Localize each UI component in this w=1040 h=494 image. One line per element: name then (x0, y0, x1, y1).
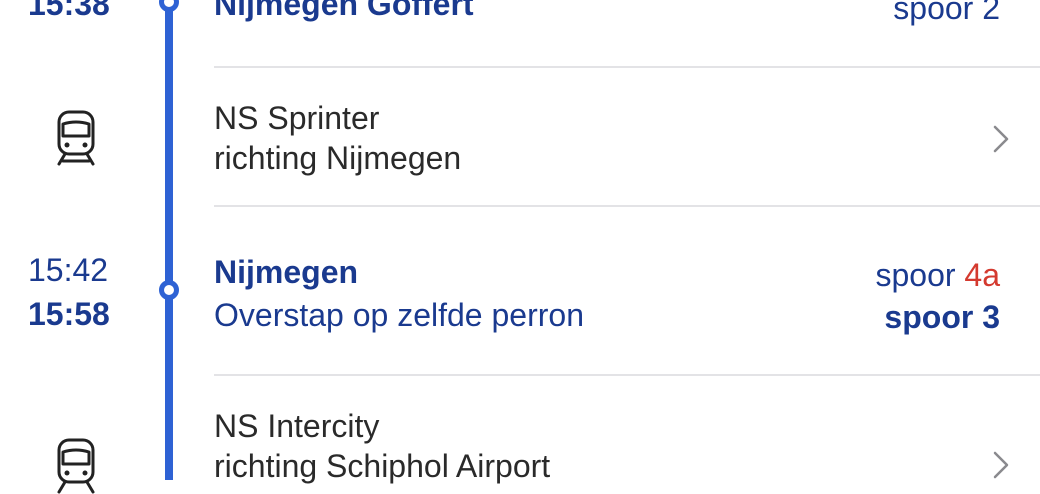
train-icon (57, 438, 95, 494)
divider (214, 66, 1040, 68)
departure-track: spoor 3 (884, 299, 1000, 335)
train-direction: richting Nijmegen (214, 140, 462, 176)
track-label: spoor (875, 257, 956, 293)
arrival-time: 15:42 (28, 252, 109, 288)
station-name: Nijmegen (214, 254, 359, 290)
chevron-right-icon[interactable] (992, 450, 1010, 480)
train-icon (57, 110, 95, 166)
chevron-right-icon[interactable] (992, 124, 1010, 154)
stop-dot-icon (159, 0, 179, 12)
arrival-track: spoor 4a (875, 257, 1000, 294)
train-type: NS Sprinter (214, 100, 380, 136)
departure-time: 15:58 (28, 296, 110, 332)
transfer-note: Overstap op zelfde perron (214, 297, 584, 333)
journey-timeline-line (165, 0, 173, 480)
train-direction: richting Schiphol Airport (214, 448, 551, 484)
departure-time: 15:38 (28, 0, 110, 22)
station-name: Nijmegen Goffert (214, 0, 474, 22)
changed-track-number: 4a (964, 257, 1000, 293)
stop-dot-icon (159, 280, 179, 300)
divider (214, 205, 1040, 207)
train-type: NS Intercity (214, 408, 380, 444)
divider (214, 374, 1040, 376)
track-number: spoor 2 (893, 0, 1000, 26)
